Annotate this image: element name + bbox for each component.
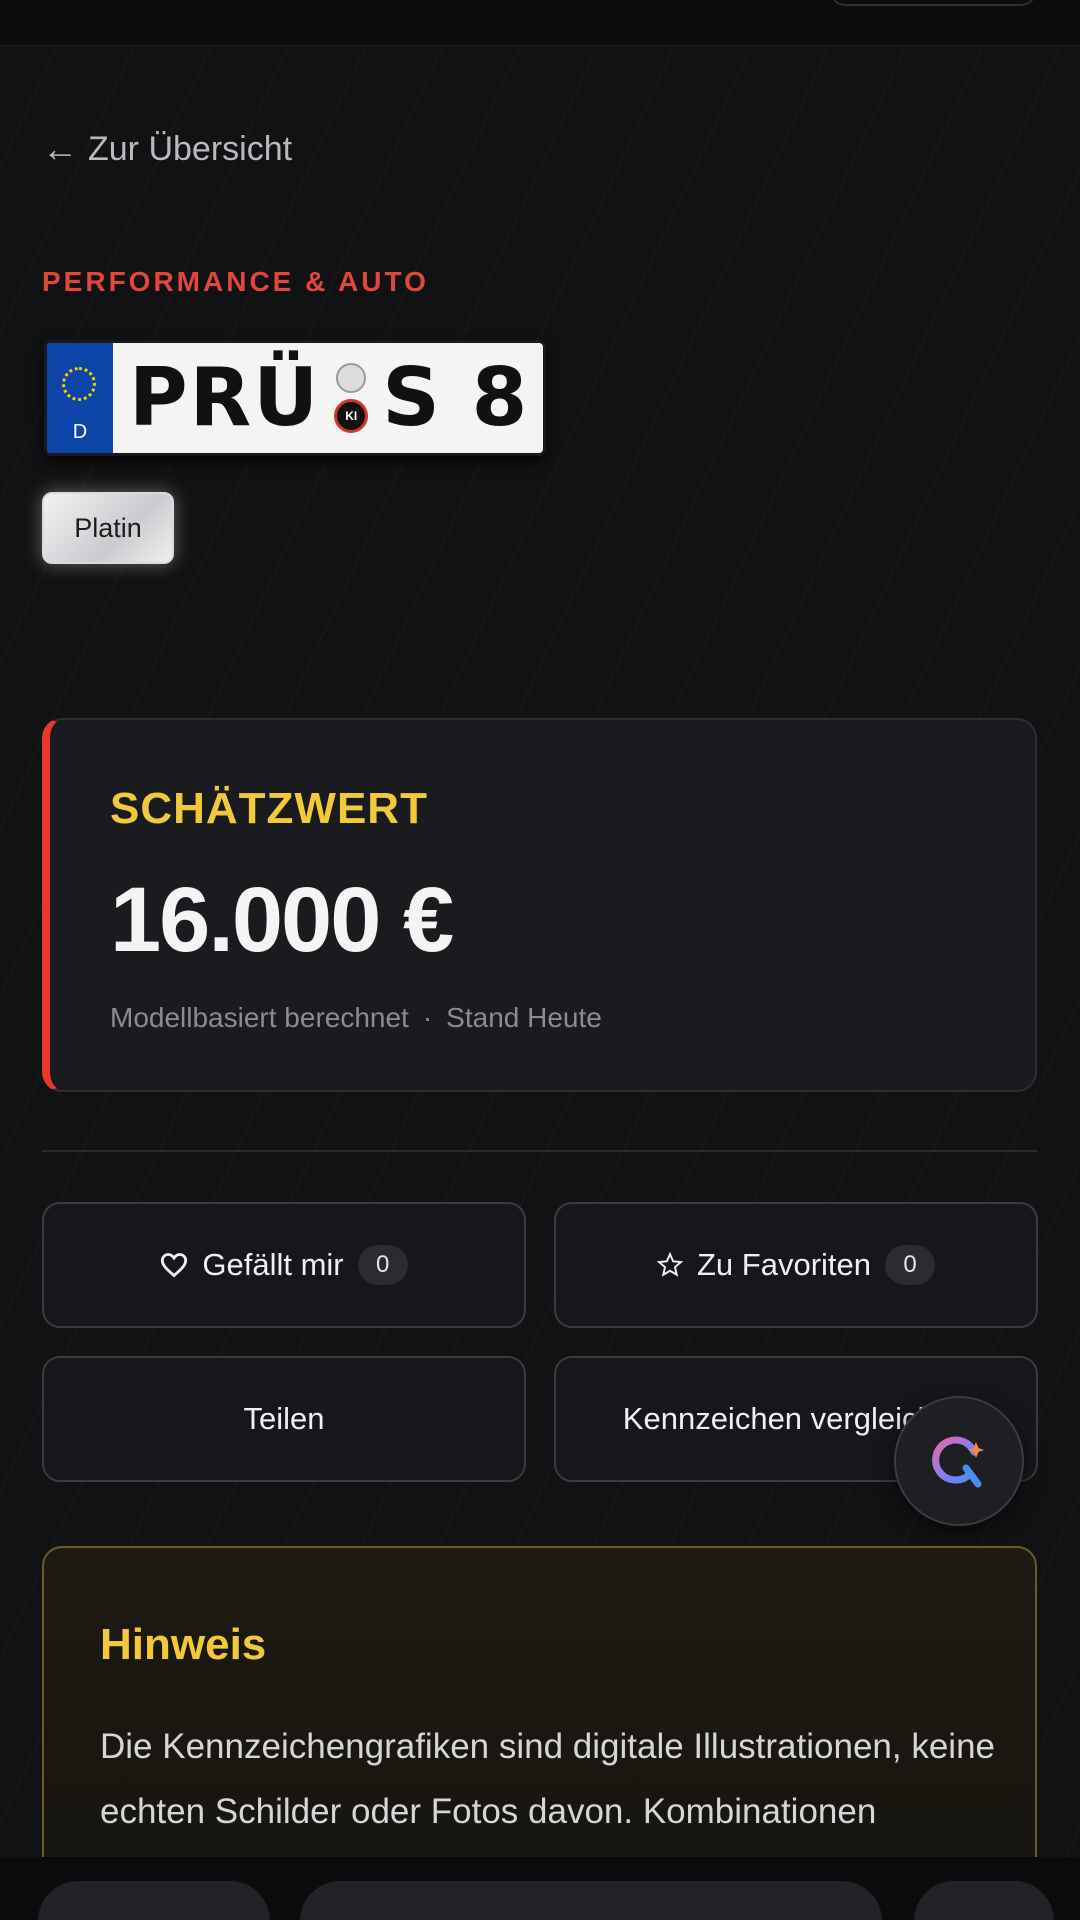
section-divider: [42, 1150, 1037, 1152]
inspection-seal-icon: [336, 363, 367, 393]
like-label: Gefällt mir: [202, 1247, 344, 1282]
bottom-nav: [0, 1857, 1080, 1920]
license-plate: D PRÜ KI S 8: [44, 340, 546, 456]
meta-separator: ·: [422, 1002, 433, 1033]
estimate-method: Modellbasiert berechnet: [110, 1002, 409, 1033]
registration-seal-icon: KI: [334, 399, 369, 433]
back-link-label: Zur Übersicht: [88, 129, 293, 168]
favorite-label: Zu Favoriten: [696, 1247, 871, 1282]
favorite-button[interactable]: Zu Favoriten 0: [554, 1202, 1038, 1328]
share-button[interactable]: Teilen: [42, 1356, 526, 1482]
country-code: D: [72, 421, 88, 443]
star-icon: [656, 1252, 683, 1277]
top-bar-pill[interactable]: [828, 0, 1038, 6]
bottom-nav-left[interactable]: [38, 1881, 270, 1920]
category-label: PERFORMANCE & AUTO: [42, 266, 429, 297]
notice-title: Hinweis: [100, 1620, 267, 1669]
share-label: Teilen: [243, 1401, 325, 1436]
favorite-count: 0: [885, 1245, 935, 1285]
back-link[interactable]: ← Zur Übersicht: [42, 128, 292, 170]
like-count: 0: [357, 1245, 408, 1285]
plate-identifier: S 8: [382, 351, 530, 444]
plate-district: PRÜ: [129, 351, 321, 444]
estimate-label: SCHÄTZWERT: [110, 784, 428, 833]
estimate-card: SCHÄTZWERT 16.000 € Modellbasiert berech…: [42, 718, 1037, 1092]
like-button[interactable]: Gefällt mir 0: [42, 1202, 526, 1328]
assistant-fab[interactable]: [894, 1396, 1024, 1526]
eu-stars-icon: [62, 367, 96, 401]
plate-seals: KI: [330, 343, 372, 453]
heart-icon: [161, 1253, 188, 1278]
tier-badge: Platin: [42, 492, 174, 564]
ai-assistant-icon: [932, 1436, 984, 1488]
bottom-nav-center[interactable]: [300, 1881, 882, 1920]
estimate-date: Stand Heute: [446, 1002, 602, 1033]
back-arrow-icon: ←: [42, 128, 78, 169]
estimate-value: 16.000 €: [110, 869, 454, 971]
eu-band: D: [47, 343, 113, 453]
bottom-nav-right[interactable]: [914, 1881, 1054, 1920]
top-bar: [0, 0, 1080, 46]
estimate-meta: Modellbasiert berechnet · Stand Heute: [110, 1002, 602, 1034]
